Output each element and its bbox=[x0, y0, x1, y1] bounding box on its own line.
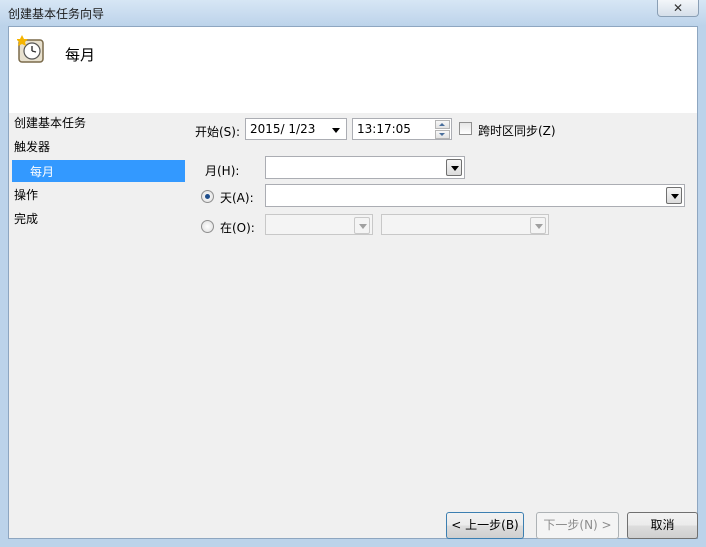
wizard-client: 每月 创建基本任务 触发器 每月 操作 完成 开始(S): 2015/ 1/23… bbox=[8, 26, 698, 539]
window-title: 创建基本任务向导 bbox=[8, 7, 105, 21]
chevron-down-icon[interactable] bbox=[332, 128, 340, 133]
title-bar: 创建基本任务向导 ✕ bbox=[0, 0, 706, 26]
scheduled-task-icon bbox=[17, 35, 44, 63]
chevron-down-icon bbox=[354, 217, 370, 234]
start-date-picker[interactable]: 2015/ 1/23 bbox=[245, 118, 347, 140]
on-radio[interactable] bbox=[201, 220, 214, 233]
sync-timezone-label[interactable]: 跨时区同步(Z) bbox=[478, 122, 556, 139]
month-label: 月(H): bbox=[205, 164, 240, 178]
on-weekday-select bbox=[381, 214, 549, 235]
nav-item-finish[interactable]: 完成 bbox=[14, 210, 38, 227]
nav-item-monthly-label: 每月 bbox=[30, 165, 55, 179]
day-select[interactable] bbox=[265, 184, 685, 207]
sync-timezone-checkbox[interactable] bbox=[459, 122, 472, 135]
close-button[interactable]: ✕ bbox=[657, 0, 699, 17]
on-week-select bbox=[265, 214, 373, 235]
on-label[interactable]: 在(O): bbox=[220, 219, 255, 236]
spin-up-icon[interactable] bbox=[435, 120, 450, 129]
nav-item-trigger[interactable]: 触发器 bbox=[14, 138, 50, 155]
nav-item-monthly[interactable]: 每月 bbox=[12, 160, 185, 182]
chevron-down-icon bbox=[530, 217, 546, 234]
start-label: 开始(S): bbox=[195, 125, 241, 139]
nav-item-create-task[interactable]: 创建基本任务 bbox=[14, 114, 86, 131]
next-button: 下一步(N) > bbox=[536, 512, 619, 539]
nav-item-action[interactable]: 操作 bbox=[14, 186, 38, 203]
page-title: 每月 bbox=[65, 46, 96, 64]
day-radio[interactable] bbox=[201, 190, 214, 203]
wizard-header: 每月 bbox=[9, 27, 697, 113]
chevron-down-icon[interactable] bbox=[666, 187, 682, 204]
back-button[interactable]: < 上一步(B) bbox=[446, 512, 524, 539]
chevron-down-icon[interactable] bbox=[446, 159, 462, 176]
time-spinner[interactable] bbox=[435, 120, 450, 139]
cancel-button[interactable]: 取消 bbox=[627, 512, 698, 539]
spin-down-icon[interactable] bbox=[435, 130, 450, 139]
day-label[interactable]: 天(A): bbox=[220, 189, 254, 206]
start-time-value: 13:17:05 bbox=[357, 122, 411, 136]
start-time-input[interactable]: 13:17:05 bbox=[352, 118, 452, 140]
start-date-value: 2015/ 1/23 bbox=[250, 122, 316, 136]
month-select[interactable] bbox=[265, 156, 465, 179]
